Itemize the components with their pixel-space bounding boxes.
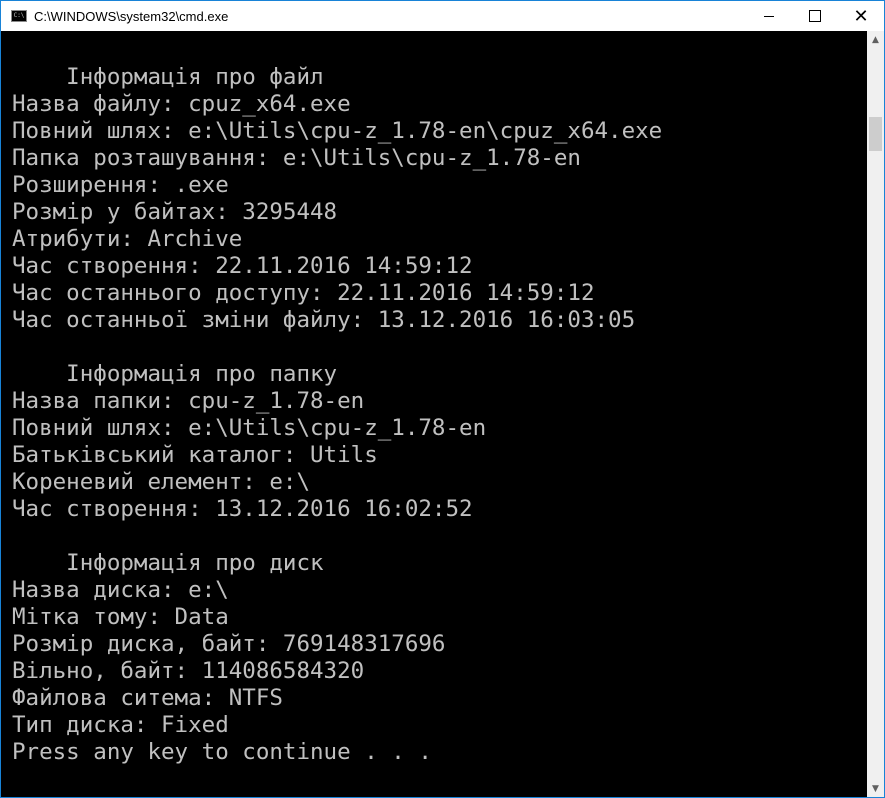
console-line: Атрибути: Archive <box>12 226 243 252</box>
maximize-icon <box>809 10 821 22</box>
console-line: Повний шлях: e:\Utils\cpu-z_1.78-en\cpuz… <box>12 118 663 144</box>
vertical-scrollbar[interactable]: ▲ ▼ <box>867 31 884 797</box>
chevron-up-icon: ▲ <box>872 34 879 45</box>
console-line: Мітка тому: Data <box>12 604 229 630</box>
console-line: Кореневий елемент: e:\ <box>12 469 311 495</box>
title-bar[interactable]: C:\ C:\WINDOWS\system32\cmd.exe ✕ <box>1 1 884 31</box>
scroll-thumb[interactable] <box>869 117 882 151</box>
console-lines: Інформація про файл Назва файлу: cpuz_x64… <box>12 64 662 766</box>
console-line: Папка розташування: e:\Utils\cpu-z_1.78-… <box>12 145 581 171</box>
console-line: Час створення: 13.12.2016 16:02:52 <box>12 496 473 522</box>
cmd-app-icon-text: C:\ <box>13 12 25 19</box>
close-button[interactable]: ✕ <box>838 1 884 31</box>
chevron-down-icon: ▼ <box>872 783 879 794</box>
console-line: Назва папки: cpu-z_1.78-en <box>12 388 365 414</box>
console-line: Батьківський каталог: Utils <box>12 442 378 468</box>
close-icon: ✕ <box>853 5 869 27</box>
scroll-down-button[interactable]: ▼ <box>867 780 884 797</box>
cmd-window: C:\ C:\WINDOWS\system32\cmd.exe ✕ Інформ… <box>0 0 885 798</box>
console-output[interactable]: Інформація про файл Назва файлу: cpuz_x64… <box>1 31 867 797</box>
console-line: Розширення: .exe <box>12 172 229 198</box>
console-line: Розмір у байтах: 3295448 <box>12 199 338 225</box>
console-line: Назва файлу: cpuz_x64.exe <box>12 91 351 117</box>
console-line: Файлова ситема: NTFS <box>12 685 283 711</box>
console-line: Інформація про файл <box>12 64 324 90</box>
console-line: Час створення: 22.11.2016 14:59:12 <box>12 253 473 279</box>
cmd-app-icon[interactable]: C:\ <box>11 10 27 22</box>
console-line: Інформація про папку <box>12 361 338 387</box>
console-line: Повний шлях: e:\Utils\cpu-z_1.78-en <box>12 415 487 441</box>
console-line: Press any key to continue . . . <box>12 739 432 765</box>
maximize-button[interactable] <box>792 1 838 31</box>
console-line: Тип диска: Fixed <box>12 712 229 738</box>
console-line: Назва диска: e:\ <box>12 577 229 603</box>
console-line: Розмір диска, байт: 769148317696 <box>12 631 446 657</box>
console-line: Інформація про диск <box>12 550 324 576</box>
console-line: Вільно, байт: 114086584320 <box>12 658 365 684</box>
window-title: C:\WINDOWS\system32\cmd.exe <box>34 8 229 24</box>
console-line: Час останнього доступу: 22.11.2016 14:59… <box>12 280 595 306</box>
minimize-button[interactable] <box>746 1 792 31</box>
console-line: Час останньої зміни файлу: 13.12.2016 16… <box>12 307 636 333</box>
scroll-up-button[interactable]: ▲ <box>867 31 884 48</box>
minimize-icon <box>764 15 774 17</box>
